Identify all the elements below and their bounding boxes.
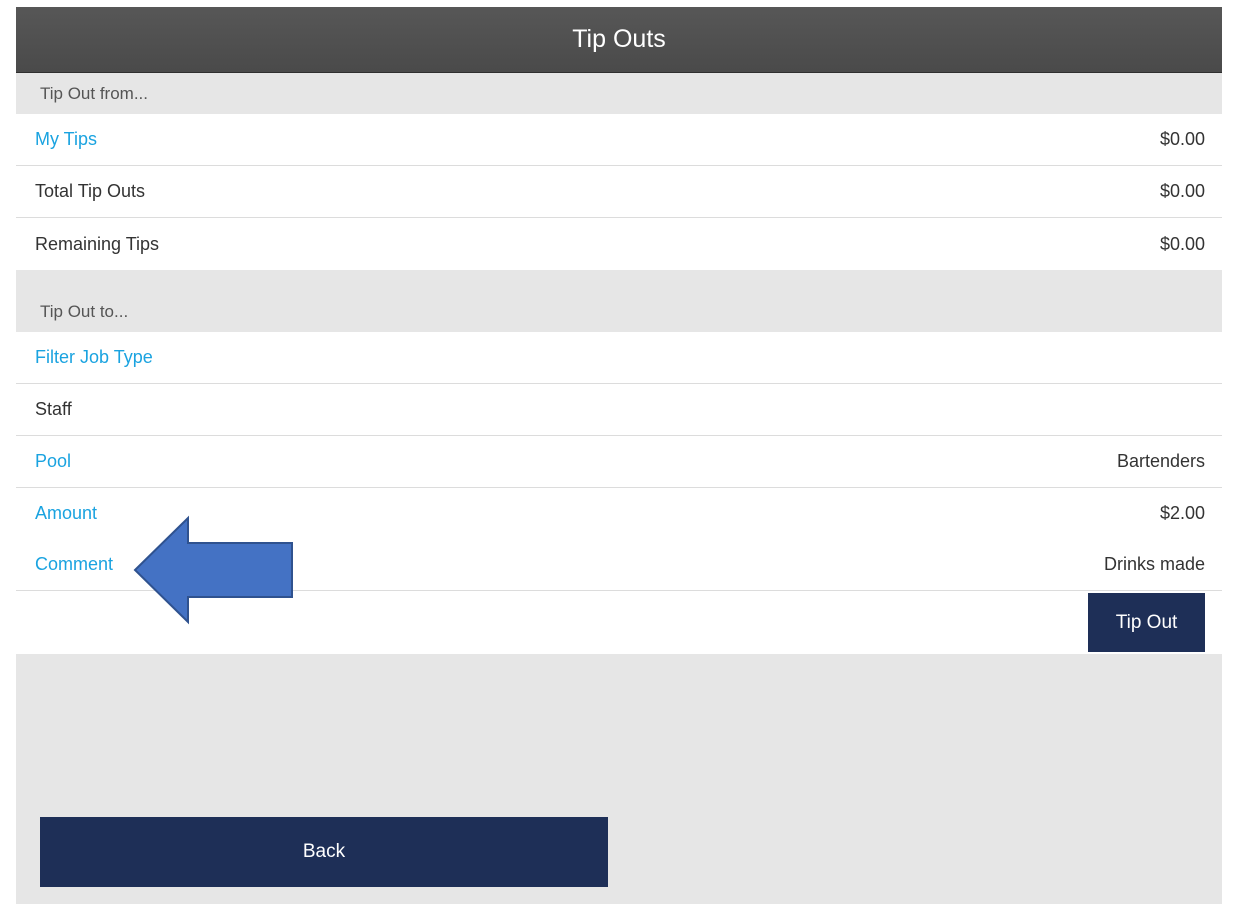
staff-row: Staff xyxy=(16,384,1222,436)
row-label: Total Tip Outs xyxy=(35,181,146,201)
row-value: $0.00 xyxy=(1159,129,1205,149)
filter-job-type-row[interactable]: Filter Job Type xyxy=(16,332,1222,384)
tip-out-action-row: Tip Out xyxy=(16,591,1222,654)
row-label: Amount xyxy=(35,503,98,523)
section-label: Tip Out from... xyxy=(40,83,149,103)
total-tip-outs-row: Total Tip Outs $0.00 xyxy=(16,166,1222,218)
tip-out-button[interactable]: Tip Out xyxy=(1088,593,1205,652)
row-value: $0.00 xyxy=(1159,233,1205,254)
title-bar: Tip Outs xyxy=(16,7,1222,73)
row-value: Bartenders xyxy=(1116,451,1205,471)
row-label: Comment xyxy=(35,554,114,574)
row-label: Staff xyxy=(35,399,72,419)
remaining-tips-row: Remaining Tips $0.00 xyxy=(16,218,1222,270)
row-value: $0.00 xyxy=(1159,181,1205,201)
row-label: Pool xyxy=(35,451,72,471)
row-value: Drinks made xyxy=(1103,554,1205,574)
tip-out-from-header: Tip Out from... xyxy=(16,73,1222,114)
row-value: $2.00 xyxy=(1159,503,1205,523)
row-label: Remaining Tips xyxy=(35,233,160,254)
back-button[interactable]: Back xyxy=(40,817,608,887)
my-tips-row[interactable]: My Tips $0.00 xyxy=(16,114,1222,166)
pool-row[interactable]: Pool Bartenders xyxy=(16,436,1222,488)
page-title: Tip Outs xyxy=(572,25,666,53)
row-label: My Tips xyxy=(35,129,98,149)
amount-row[interactable]: Amount $2.00 xyxy=(16,488,1222,540)
tip-outs-screen: Tip Outs Tip Out from... My Tips $0.00 T… xyxy=(16,7,1222,904)
section-label: Tip Out to... xyxy=(40,302,129,321)
row-label: Filter Job Type xyxy=(35,347,153,367)
comment-row[interactable]: Comment Drinks made xyxy=(16,539,1222,591)
tip-out-to-header: Tip Out to... xyxy=(16,270,1222,332)
